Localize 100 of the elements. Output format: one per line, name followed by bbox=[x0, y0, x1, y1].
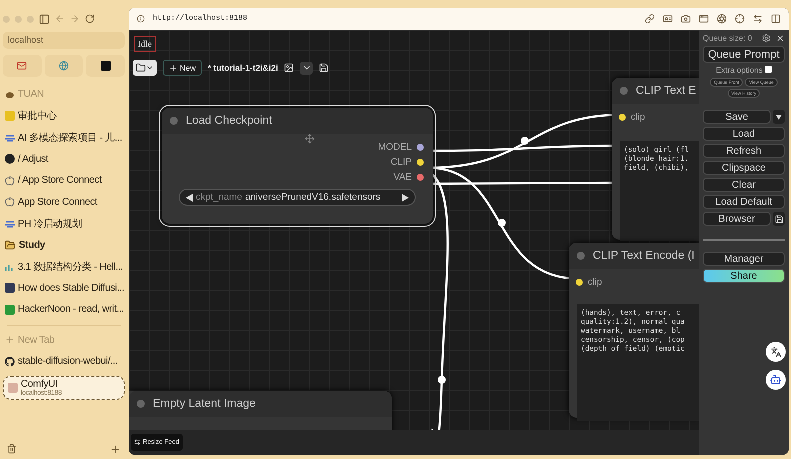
arrows-icon[interactable] bbox=[753, 14, 763, 24]
cat-logo-icon bbox=[5, 356, 15, 367]
output-label: CLIP bbox=[390, 157, 412, 168]
input-port[interactable] bbox=[576, 279, 583, 286]
address-field[interactable]: localhost bbox=[3, 32, 125, 49]
save-icon-button[interactable] bbox=[773, 212, 785, 226]
output-port[interactable] bbox=[417, 144, 424, 151]
input-port[interactable] bbox=[619, 114, 626, 121]
menu-button[interactable]: Manager bbox=[703, 252, 785, 266]
new-tab-icon[interactable] bbox=[110, 444, 121, 455]
node-title: CLIP Text E bbox=[636, 85, 696, 97]
sidebar-toggle-icon[interactable] bbox=[39, 14, 50, 24]
save-icon[interactable] bbox=[319, 63, 330, 73]
sidebar-tab[interactable]: 3.1 数据结构分类 - Hell... bbox=[3, 256, 125, 278]
wire-handle[interactable] bbox=[498, 219, 506, 227]
checkbox[interactable] bbox=[764, 66, 772, 73]
output-label: VAE bbox=[394, 172, 412, 183]
combo-widget[interactable]: ckpt_name aniversePrunedV16.safetensors bbox=[179, 189, 416, 206]
link-icon[interactable] bbox=[645, 14, 655, 24]
tab-title: New Tab bbox=[18, 334, 55, 346]
output-port[interactable] bbox=[417, 174, 424, 181]
node-title: CLIP Text Encode (I bbox=[593, 250, 695, 262]
new-button[interactable]: New bbox=[163, 60, 202, 76]
crosshair-icon[interactable] bbox=[735, 14, 745, 24]
reload-icon[interactable] bbox=[85, 14, 95, 24]
plus-icon bbox=[5, 335, 15, 346]
bars-icon bbox=[5, 262, 15, 271]
app-logo-icon bbox=[5, 111, 15, 122]
tab-title: Study bbox=[19, 240, 46, 251]
node-title: Load Checkpoint bbox=[186, 115, 272, 127]
wire-handle[interactable] bbox=[438, 376, 446, 384]
right-arrow-icon[interactable] bbox=[402, 194, 409, 202]
image-icon[interactable] bbox=[284, 63, 294, 73]
menu-button[interactable]: Refresh bbox=[703, 144, 785, 158]
window-icon[interactable] bbox=[699, 14, 709, 24]
tab-title: stable-diffusion-webui/... bbox=[18, 356, 118, 368]
pinned-tab[interactable] bbox=[86, 55, 126, 77]
tab-title: PH 冷启动规划 bbox=[18, 218, 82, 231]
menu-button[interactable]: Load Default bbox=[703, 195, 785, 209]
sidebar-tab[interactable]: How does Stable Diffusi... bbox=[3, 278, 125, 299]
split-view-icon[interactable] bbox=[771, 14, 781, 24]
trash-icon[interactable] bbox=[7, 444, 17, 454]
sidebar-tab[interactable]: App Store Connect bbox=[3, 192, 125, 213]
menu-button[interactable]: Clear bbox=[703, 178, 785, 192]
sidebar-tab[interactable]: HackerNoon - read, writ... bbox=[3, 299, 125, 320]
option-label: Extra options bbox=[716, 66, 763, 75]
wire-handle[interactable] bbox=[521, 137, 529, 145]
plus-icon bbox=[169, 64, 178, 72]
camera-icon[interactable] bbox=[681, 14, 691, 24]
tab-title: How does Stable Diffusi... bbox=[18, 282, 125, 294]
move-icon bbox=[305, 134, 315, 144]
stacked-lines-icon bbox=[5, 220, 15, 228]
apple-icon bbox=[5, 176, 15, 186]
caret-button[interactable] bbox=[773, 110, 785, 124]
collapse-dot[interactable] bbox=[577, 252, 585, 260]
node-card[interactable]: Load Checkpoint MODEL CLIP VAE ckpt_name aniversePrunedV16.safetensors bbox=[162, 108, 433, 224]
menu-button[interactable]: Browser bbox=[703, 212, 771, 226]
save-icon bbox=[774, 214, 784, 224]
queue-size: Queue size: 0 bbox=[703, 34, 754, 43]
collapse-dot[interactable] bbox=[170, 117, 178, 125]
sidebar-tab[interactable]: 审批中心 bbox=[3, 106, 125, 127]
node-title: Empty Latent Image bbox=[153, 398, 256, 410]
card-icon[interactable] bbox=[663, 14, 673, 24]
aperture-icon[interactable] bbox=[717, 14, 727, 24]
close-icon[interactable] bbox=[776, 34, 785, 43]
turtle-icon bbox=[5, 90, 15, 99]
app-logo-icon bbox=[5, 283, 15, 294]
output-port[interactable] bbox=[417, 159, 424, 166]
menu-button[interactable]: Load bbox=[703, 127, 785, 141]
tab-title: / Adjust bbox=[18, 154, 48, 165]
collapse-dot[interactable] bbox=[620, 87, 628, 95]
queue-prompt-button[interactable]: Queue Prompt bbox=[703, 46, 785, 63]
node-card[interactable]: Empty Latent Image bbox=[129, 391, 392, 430]
sidebar-tab[interactable]: Study bbox=[3, 234, 125, 256]
left-arrow-icon[interactable] bbox=[186, 194, 193, 202]
apple-icon bbox=[5, 197, 15, 208]
node-canvas[interactable] bbox=[129, 30, 699, 430]
sidebar-tab[interactable]: / App Store Connect bbox=[3, 170, 125, 192]
input-label: clip bbox=[631, 112, 646, 123]
app-logo-icon bbox=[5, 304, 15, 315]
menu-button[interactable]: Clipspace bbox=[703, 161, 785, 175]
tab-title: TUAN bbox=[18, 89, 44, 100]
collapse-dot[interactable] bbox=[137, 400, 145, 408]
sidebar-tab[interactable]: stable-diffusion-webui/... bbox=[3, 351, 125, 372]
sidebar-tab[interactable]: / Adjust bbox=[3, 148, 125, 170]
app-logo-icon bbox=[8, 382, 18, 392]
translate-icon bbox=[770, 346, 782, 358]
square-logo-icon bbox=[100, 61, 111, 71]
menu-button[interactable]: Share bbox=[703, 269, 785, 283]
info-icon[interactable] bbox=[137, 15, 145, 23]
stacked-lines-icon bbox=[5, 134, 15, 142]
globe-icon bbox=[59, 61, 69, 71]
robot-icon bbox=[770, 374, 782, 386]
folder-button[interactable] bbox=[133, 60, 157, 76]
sidebar-tab[interactable]: AI 多模态探索项目 - 儿... bbox=[3, 127, 125, 148]
sidebar-tab[interactable]: PH 冷启动规划 bbox=[3, 213, 125, 234]
dropdown-button[interactable] bbox=[300, 62, 314, 74]
menu-button[interactable]: Save bbox=[703, 110, 771, 124]
status-badge: Idle bbox=[134, 36, 156, 52]
settings-icon[interactable] bbox=[762, 34, 771, 43]
